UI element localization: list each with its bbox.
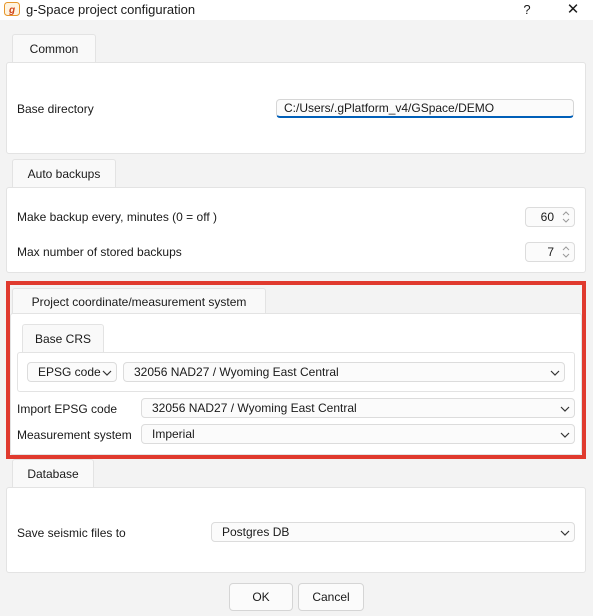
max-backups-value: 7 [547,245,554,259]
tab-common[interactable]: Common [12,34,96,62]
window-title: g-Space project configuration [26,2,196,17]
help-button[interactable]: ? [516,0,538,20]
chevron-down-icon [560,527,570,537]
backup-interval-spinbox[interactable]: 60 [525,207,575,227]
cancel-button[interactable]: Cancel [298,583,364,611]
tab-coordinate-system[interactable]: Project coordinate/measurement system [12,288,266,314]
import-epsg-value: 32056 NAD27 / Wyoming East Central [152,401,357,415]
measurement-system-value: Imperial [152,427,195,441]
epsg-code-type-dropdown[interactable]: EPSG code [27,362,117,382]
measurement-system-dropdown[interactable]: Imperial [141,424,575,444]
base-directory-label: Base directory [17,102,94,116]
backup-interval-value: 60 [540,210,554,224]
spin-arrows-icon[interactable] [562,245,570,259]
save-seismic-value: Postgres DB [222,525,290,539]
close-button[interactable]: ✕ [561,0,585,20]
svg-text:g: g [8,5,15,16]
tab-auto-backups[interactable]: Auto backups [12,159,116,187]
max-backups-label: Max number of stored backups [17,245,182,259]
import-epsg-label: Import EPSG code [17,402,118,416]
auto-backups-panel [6,187,586,273]
chevron-down-icon [550,367,560,377]
import-epsg-dropdown[interactable]: 32056 NAD27 / Wyoming East Central [141,398,575,418]
spin-arrows-icon[interactable] [562,210,570,224]
epsg-code-type-value: EPSG code [38,365,101,379]
ok-button[interactable]: OK [229,583,293,611]
tab-base-crs[interactable]: Base CRS [22,324,104,352]
tab-database[interactable]: Database [12,459,94,487]
title-bar: g g-Space project configuration ? ✕ [0,0,593,20]
base-directory-input[interactable]: C:/Users/.gPlatform_v4/GSpace/DEMO [276,99,574,118]
max-backups-spinbox[interactable]: 7 [525,242,575,262]
chevron-down-icon [560,403,570,413]
save-seismic-dropdown[interactable]: Postgres DB [211,522,575,542]
base-crs-value: 32056 NAD27 / Wyoming East Central [134,365,339,379]
chevron-down-icon [560,429,570,439]
chevron-down-icon [102,367,112,377]
g-space-logo-icon: g [4,2,20,16]
base-crs-dropdown[interactable]: 32056 NAD27 / Wyoming East Central [123,362,565,382]
backup-interval-label: Make backup every, minutes (0 = off ) [17,210,217,224]
save-seismic-label: Save seismic files to [17,526,126,540]
measurement-system-label: Measurement system [17,428,132,442]
